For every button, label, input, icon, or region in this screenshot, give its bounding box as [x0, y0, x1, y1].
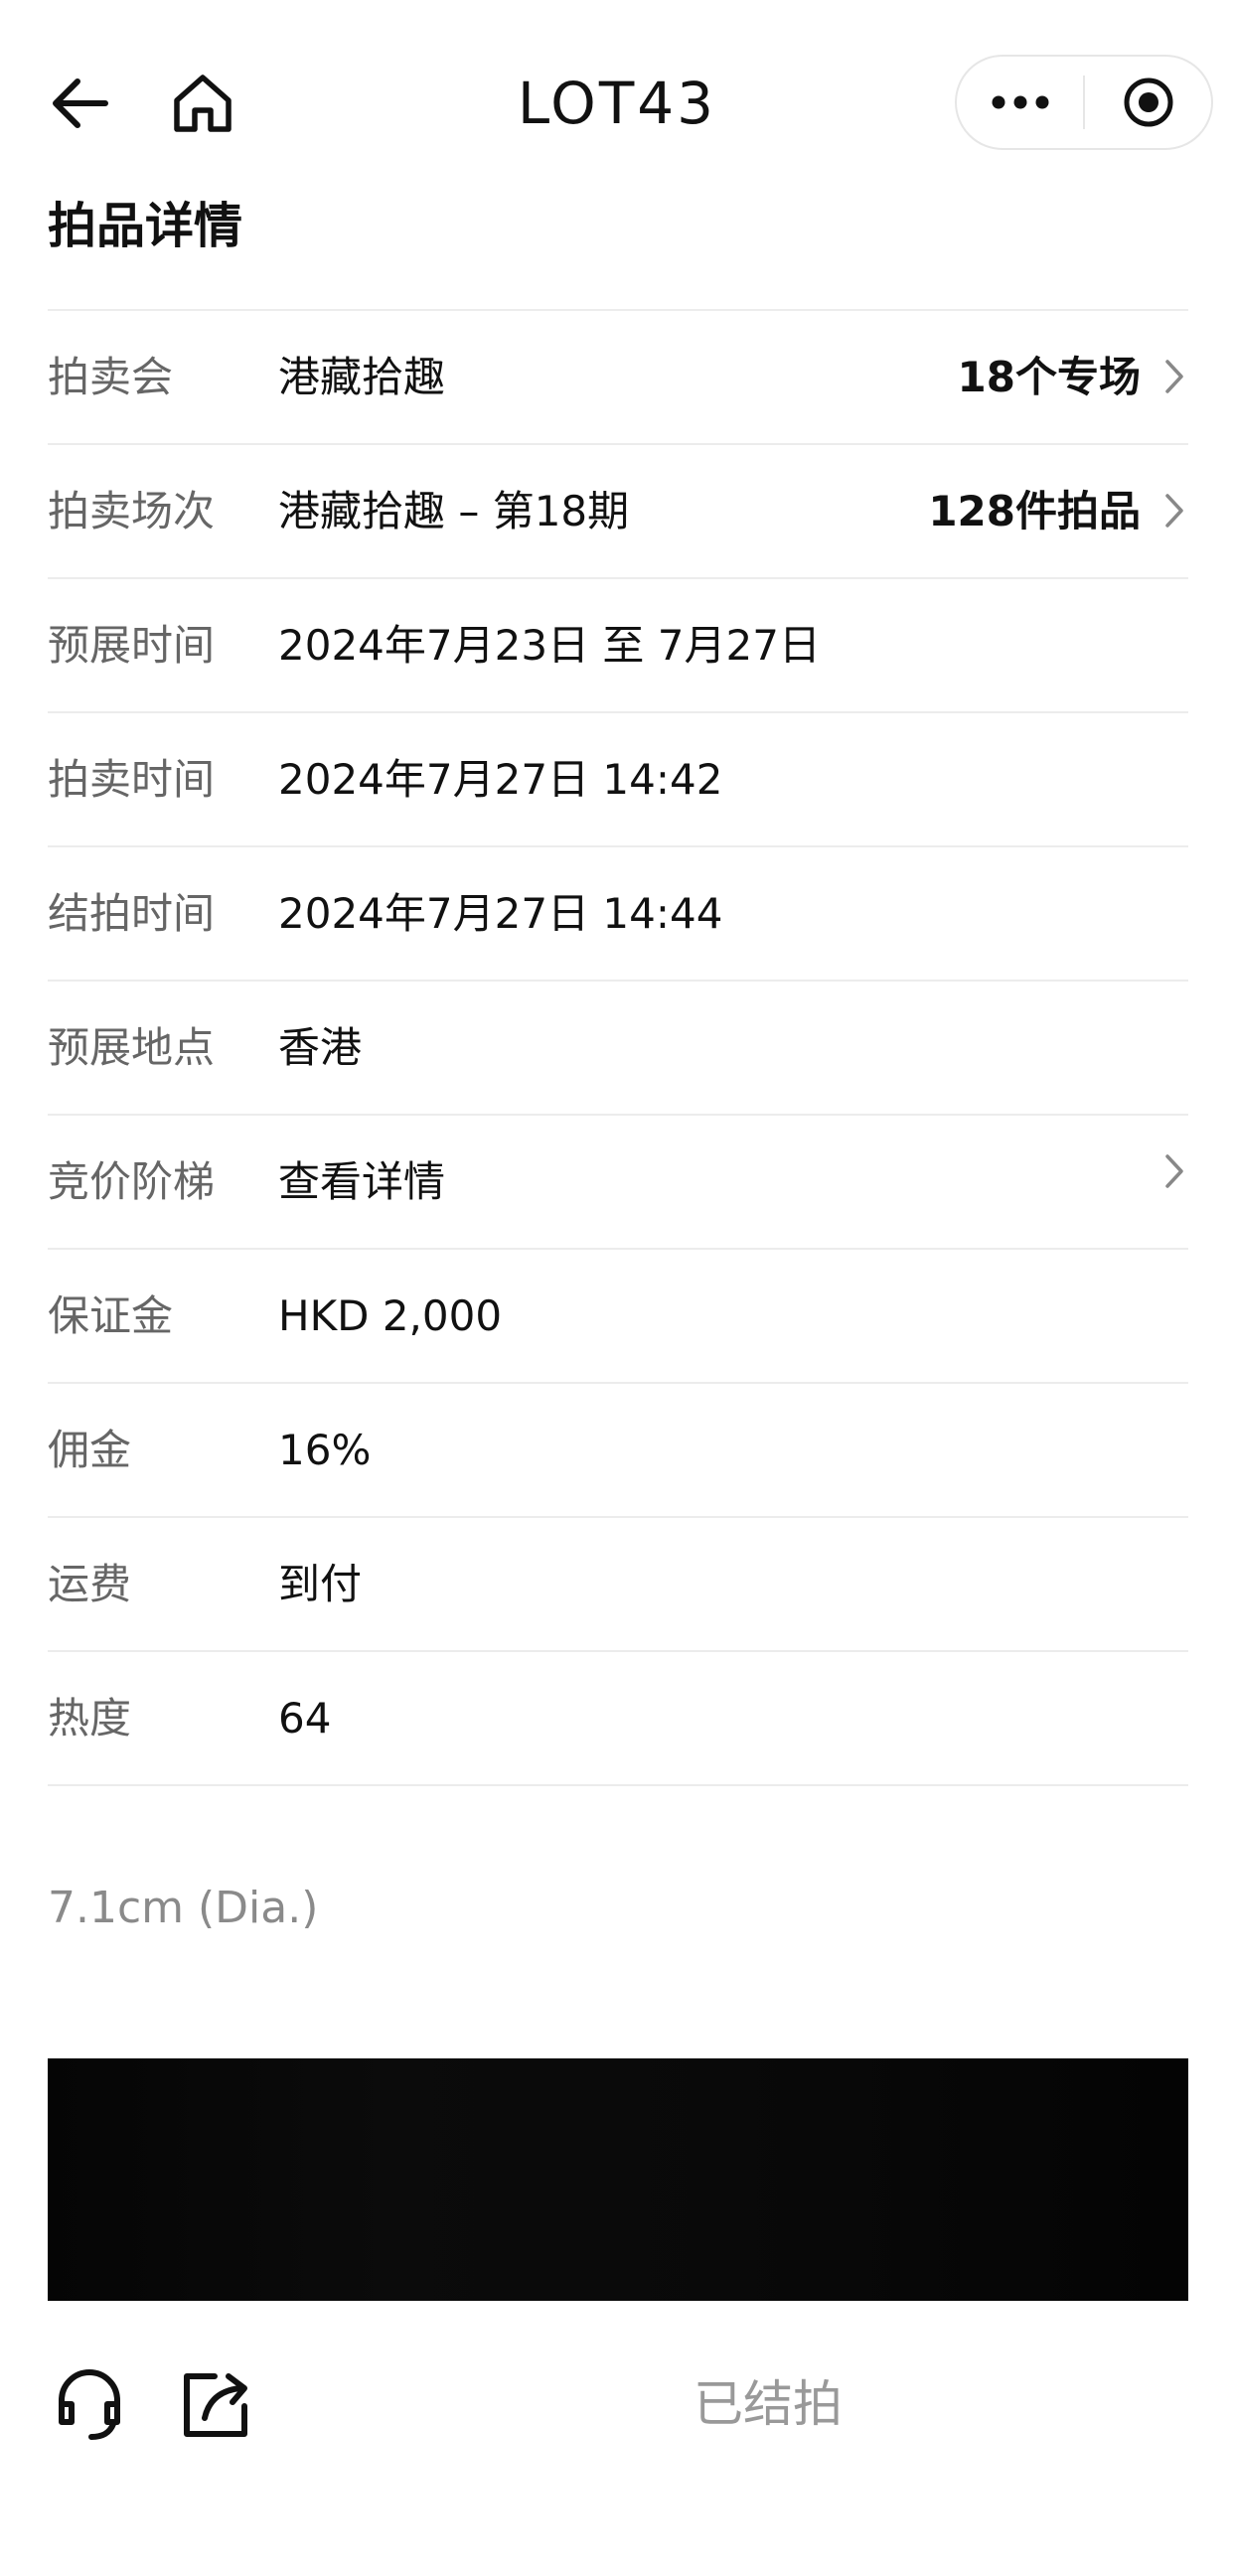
row-label: 结拍时间 — [48, 889, 216, 938]
detail-list: 拍卖会 港藏拾趣 18个专场 拍卖场次 港藏拾趣 – 第18期 128件拍品 预… — [48, 309, 1188, 1786]
row-label: 拍卖时间 — [48, 755, 216, 804]
section-title: 拍品详情 — [48, 198, 243, 254]
row-label: 运费 — [48, 1560, 132, 1608]
row-value: 2024年7月23日 至 7月27日 — [278, 621, 821, 670]
row-value: 到付 — [278, 1560, 363, 1608]
detail-row-auction[interactable]: 拍卖会 港藏拾趣 18个专场 — [48, 311, 1188, 445]
headset-icon[interactable] — [50, 2364, 129, 2444]
row-label: 佣金 — [48, 1426, 132, 1474]
lot-image[interactable] — [48, 2058, 1188, 2301]
mini-program-capsule — [955, 55, 1213, 150]
auction-ended-status: 已结拍 — [694, 2375, 843, 2433]
target-circle-icon[interactable] — [1085, 57, 1211, 148]
row-value: HKD 2,000 — [278, 1291, 503, 1340]
lots-count[interactable]: 128件拍品 — [928, 445, 1141, 577]
more-dots-icon[interactable] — [957, 57, 1083, 148]
detail-row-deposit: 保证金 HKD 2,000 — [48, 1250, 1188, 1384]
row-label: 拍卖会 — [48, 353, 174, 401]
detail-row-popularity: 热度 64 — [48, 1652, 1188, 1786]
row-value: 港藏拾趣 — [278, 353, 446, 401]
detail-row-session[interactable]: 拍卖场次 港藏拾趣 – 第18期 128件拍品 — [48, 445, 1188, 579]
detail-row-commission: 佣金 16% — [48, 1384, 1188, 1518]
row-label: 保证金 — [48, 1291, 174, 1340]
row-label: 拍卖场次 — [48, 487, 216, 535]
arrow-left-icon[interactable] — [48, 72, 111, 135]
sessions-count[interactable]: 18个专场 — [958, 311, 1141, 443]
home-icon[interactable] — [169, 70, 236, 137]
row-label: 预展地点 — [48, 1023, 216, 1072]
bottom-action-bar: 已结拍 — [0, 2315, 1234, 2494]
navigation-bar: LOT43 — [0, 0, 1234, 199]
detail-row-auction-time: 拍卖时间 2024年7月27日 14:42 — [48, 713, 1188, 847]
share-icon[interactable] — [177, 2364, 256, 2444]
detail-row-bid-increments[interactable]: 竞价阶梯 查看详情 — [48, 1116, 1188, 1250]
chevron-right-icon[interactable] — [1160, 357, 1188, 396]
row-label: 预展时间 — [48, 621, 216, 670]
detail-row-end-time: 结拍时间 2024年7月27日 14:44 — [48, 847, 1188, 982]
chevron-right-icon[interactable] — [1160, 491, 1188, 530]
row-value: 港藏拾趣 – 第18期 — [278, 487, 630, 535]
row-value: 64 — [278, 1694, 332, 1743]
chevron-right-icon[interactable] — [1160, 1151, 1188, 1191]
row-value: 2024年7月27日 14:42 — [278, 755, 723, 804]
detail-row-shipping: 运费 到付 — [48, 1518, 1188, 1652]
view-details-link[interactable]: 查看详情 — [278, 1116, 445, 1248]
row-label: 竞价阶梯 — [48, 1157, 216, 1206]
detail-row-preview-location: 预展地点 香港 — [48, 982, 1188, 1116]
row-value: 2024年7月27日 14:44 — [278, 889, 723, 938]
row-label: 热度 — [48, 1694, 132, 1743]
row-value: 香港 — [278, 1023, 363, 1072]
detail-row-preview-time: 预展时间 2024年7月23日 至 7月27日 — [48, 579, 1188, 713]
lot-dimensions: 7.1cm (Dia.) — [48, 1883, 319, 1933]
row-value: 16% — [278, 1426, 372, 1474]
